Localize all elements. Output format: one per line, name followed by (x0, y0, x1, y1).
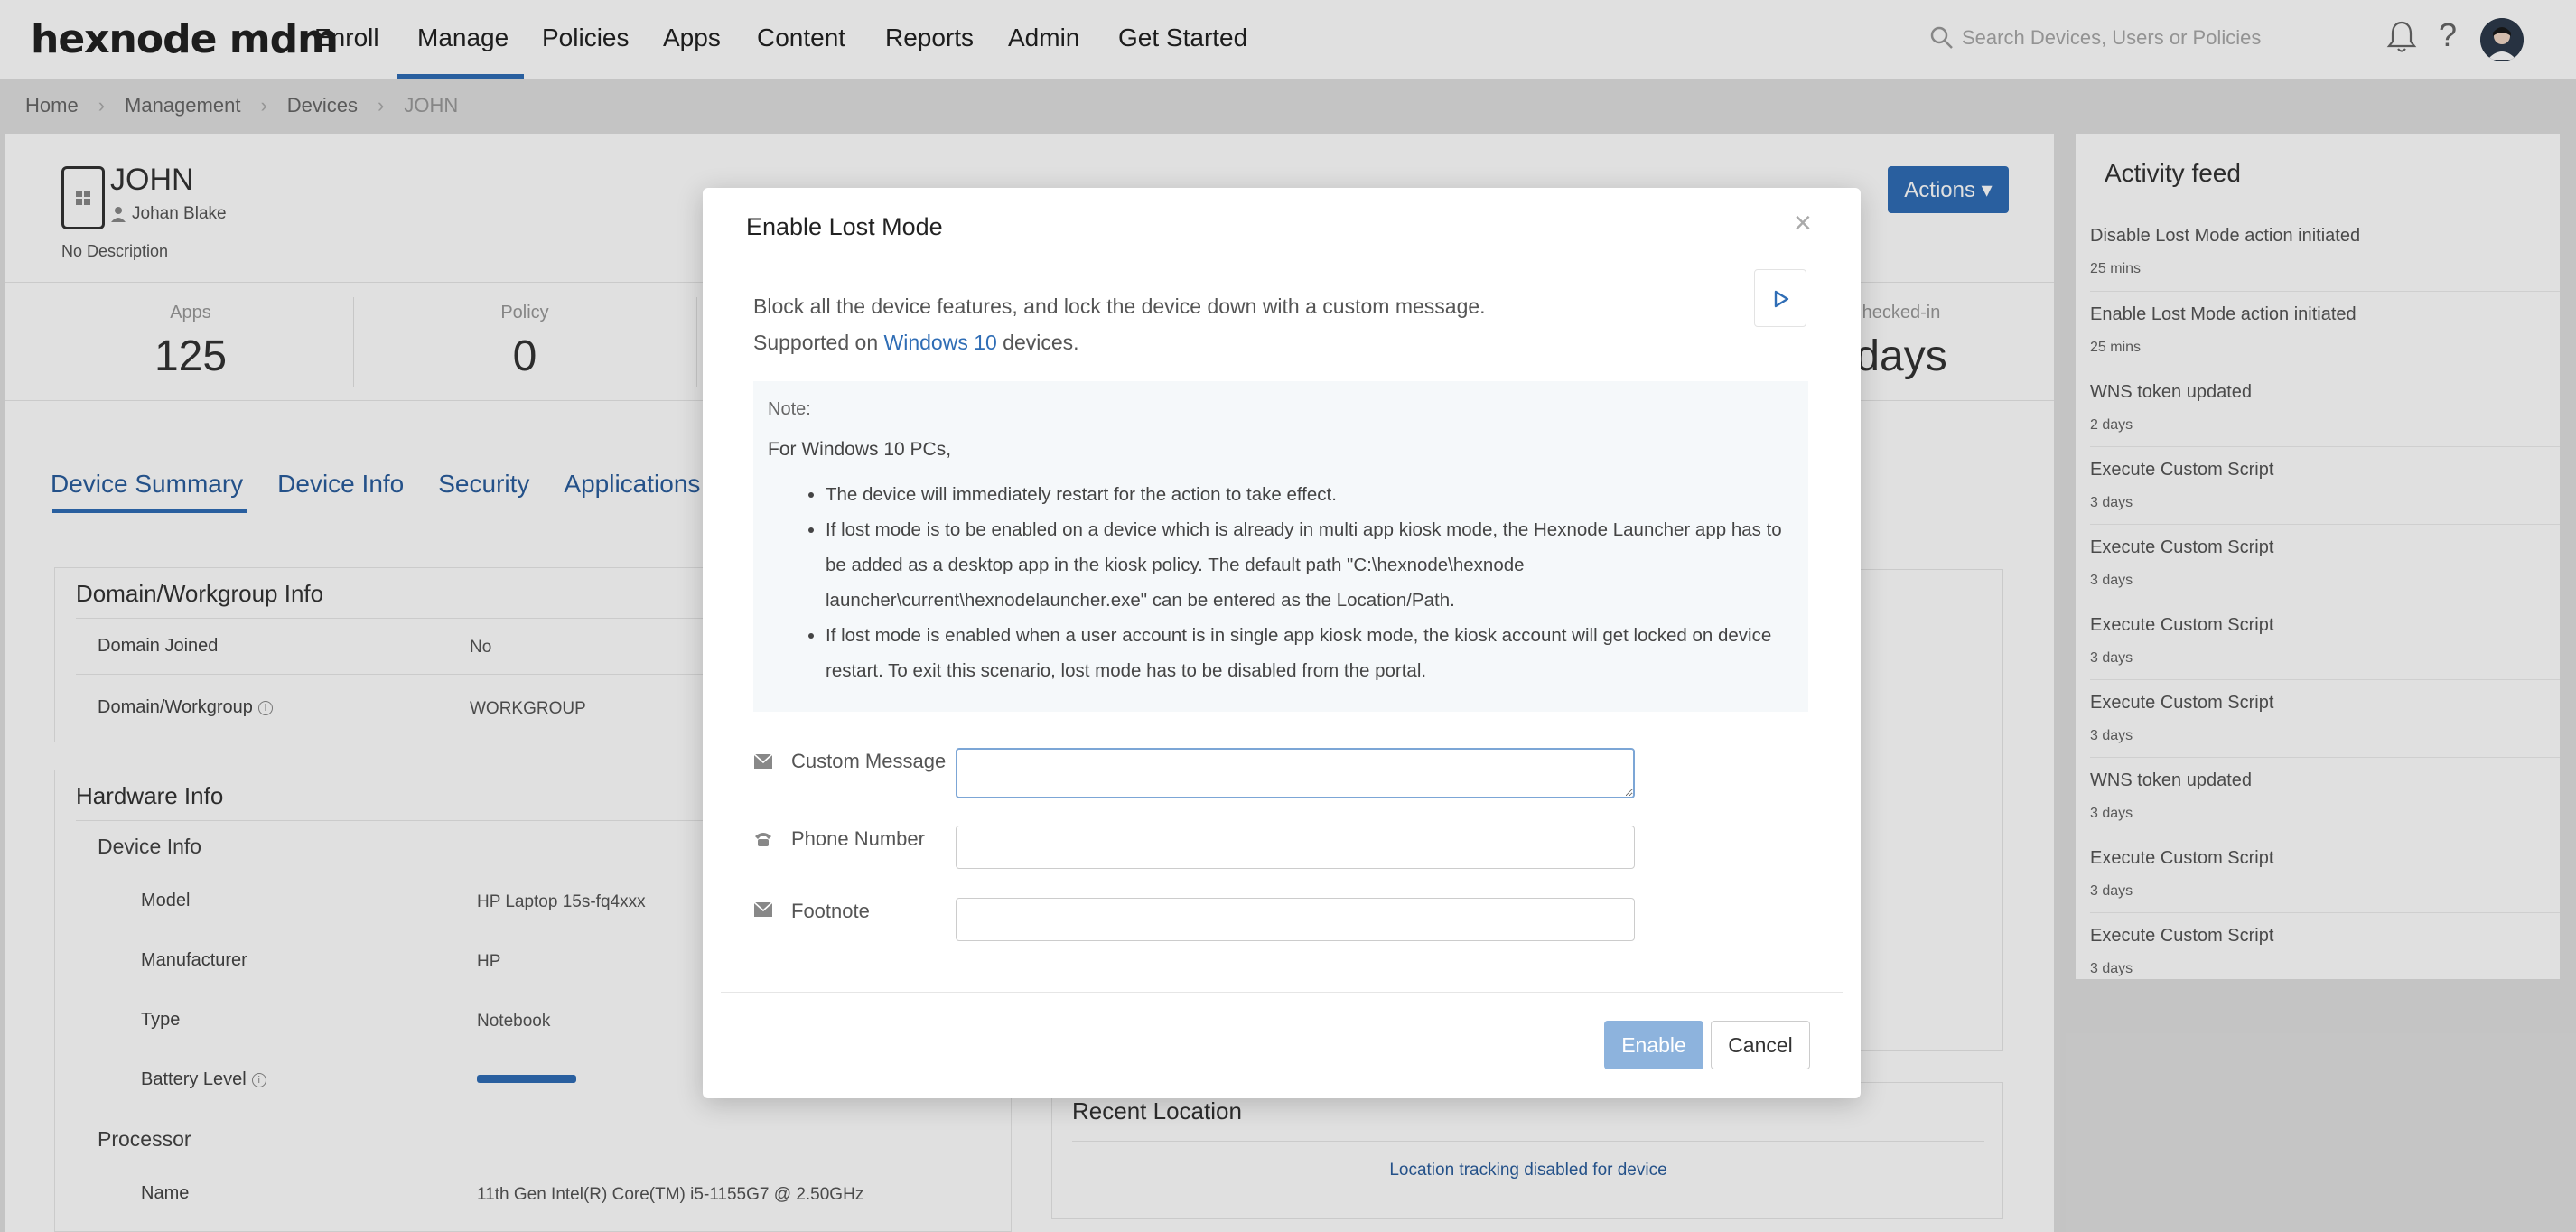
custom-message-textarea[interactable] (956, 748, 1635, 798)
note-list: The device will immediately restart for … (826, 477, 1792, 688)
enable-button[interactable]: Enable (1604, 1021, 1703, 1069)
supported-platforms: Supported on Windows 10 devices. (753, 331, 1079, 355)
dialog-title: Enable Lost Mode (746, 213, 943, 240)
envelope-icon (753, 901, 773, 917)
play-video-button[interactable] (1754, 269, 1806, 327)
footnote-label: Footnote (791, 900, 870, 922)
envelope-icon (753, 753, 773, 769)
note-item: If lost mode is to be enabled on a devic… (826, 512, 1792, 618)
note-item: The device will immediately restart for … (826, 477, 1792, 512)
phone-number-input[interactable] (956, 826, 1635, 869)
enable-lost-mode-dialog: Enable Lost Mode × Block all the device … (703, 188, 1861, 1098)
note-label: Note: (768, 399, 811, 419)
note-box: Note: For Windows 10 PCs, The device wil… (753, 381, 1808, 712)
note-intro: For Windows 10 PCs, (768, 439, 952, 460)
note-item: If lost mode is enabled when a user acco… (826, 618, 1792, 688)
play-icon (1774, 290, 1789, 308)
divider (721, 992, 1843, 993)
close-icon[interactable]: × (1794, 206, 1812, 241)
footnote-input[interactable] (956, 898, 1635, 941)
supported-prefix: Supported on (753, 331, 884, 354)
dialog-description: Block all the device features, and lock … (753, 294, 1486, 318)
phone-icon (755, 833, 771, 846)
phone-number-label: Phone Number (791, 827, 925, 850)
custom-message-label: Custom Message (791, 750, 947, 772)
cancel-button[interactable]: Cancel (1711, 1021, 1810, 1069)
supported-suffix: devices. (996, 331, 1079, 354)
windows-10-link[interactable]: Windows 10 (884, 331, 997, 354)
